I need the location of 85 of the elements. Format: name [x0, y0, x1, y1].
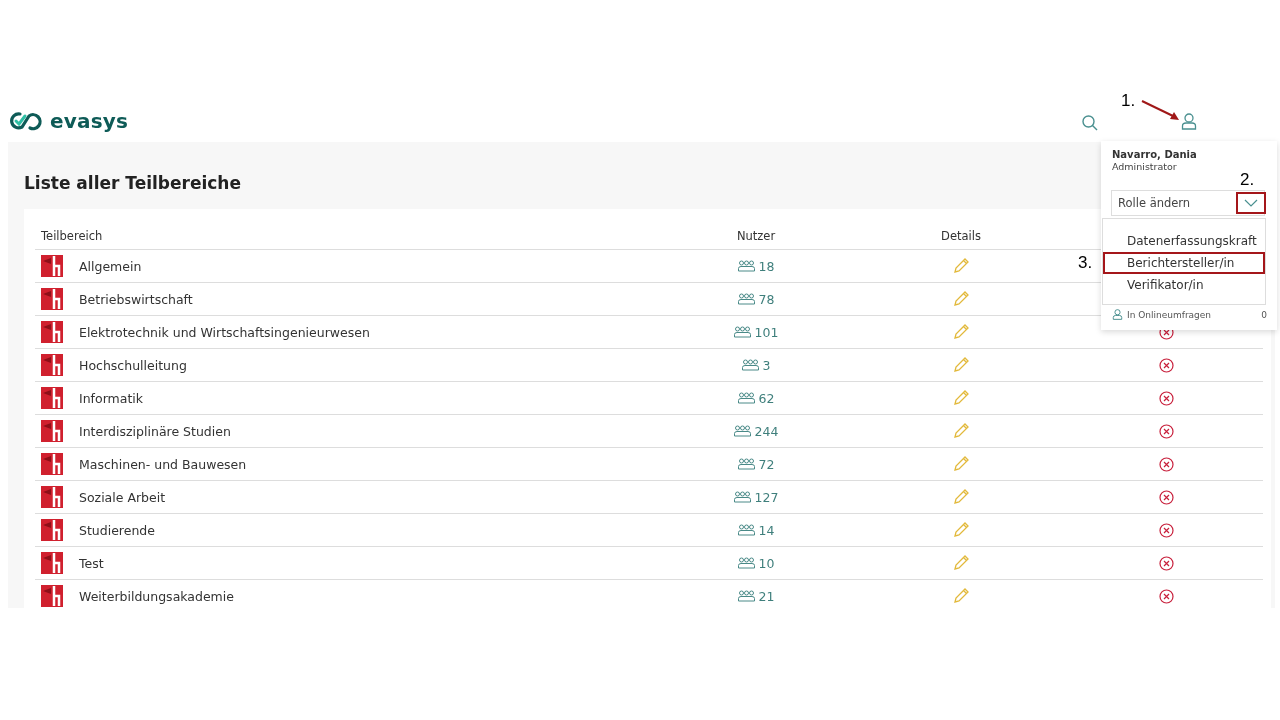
menu-value: 0 — [1261, 309, 1267, 320]
logo-icon — [41, 354, 63, 376]
column-header: Nutzer — [735, 229, 777, 243]
table-cell: Betriebswirtschaft — [79, 291, 193, 307]
logo-icon — [41, 321, 63, 343]
user-role: Administrator — [1112, 161, 1178, 172]
brand-name: evasys — [50, 109, 129, 133]
page-title: Liste aller Teilbereiche — [24, 173, 241, 193]
logo-icon — [41, 585, 63, 607]
edit-icon[interactable] — [953, 588, 969, 604]
logo-icon — [41, 288, 63, 310]
table-cell: Studierende — [79, 522, 155, 538]
users-icon — [741, 359, 759, 371]
edit-icon[interactable] — [953, 390, 969, 406]
step-number: 3. — [1078, 253, 1093, 273]
delete-icon[interactable] — [1158, 555, 1174, 571]
users-icon — [737, 590, 755, 602]
logo-icon — [41, 486, 63, 508]
delete-icon[interactable] — [1158, 522, 1174, 538]
delete-icon[interactable] — [1158, 456, 1174, 472]
delete-icon[interactable] — [1158, 423, 1174, 439]
logo-icon — [41, 255, 63, 277]
delete-icon[interactable] — [1158, 390, 1174, 406]
user-count-link[interactable]: 101 — [733, 324, 779, 340]
role-option[interactable]: Berichtersteller/in — [1103, 252, 1265, 274]
edit-icon[interactable] — [953, 258, 969, 274]
logo-icon — [8, 110, 42, 132]
users-icon — [733, 326, 751, 338]
user-count-link[interactable]: 3 — [741, 357, 771, 373]
table-cell: Interdisziplinäre Studien — [79, 423, 231, 439]
column-header: Teilbereich — [40, 229, 104, 243]
edit-icon[interactable] — [953, 357, 969, 373]
role-option[interactable]: Datenerfassungskraft — [1103, 230, 1265, 252]
role-select[interactable]: Rolle ändern — [1111, 190, 1265, 216]
edit-icon[interactable] — [953, 423, 969, 439]
user-icon — [1112, 309, 1123, 320]
table-cell: Test — [79, 555, 104, 571]
user-count-link[interactable]: 21 — [737, 588, 775, 604]
user-count-link[interactable]: 62 — [737, 390, 775, 406]
table-cell: Soziale Arbeit — [79, 489, 166, 505]
table-cell: Informatik — [79, 390, 144, 406]
table-cell: Weiterbildungsakademie — [79, 588, 234, 604]
edit-icon[interactable] — [953, 522, 969, 538]
edit-icon[interactable] — [953, 324, 969, 340]
edit-icon[interactable] — [953, 555, 969, 571]
users-icon — [737, 293, 755, 305]
step-number: 1. — [1121, 91, 1136, 111]
users-icon — [733, 425, 751, 437]
logo-icon — [41, 387, 63, 409]
delete-icon[interactable] — [1158, 489, 1174, 505]
users-icon — [737, 524, 755, 536]
role-option[interactable]: Verifikator/in — [1103, 274, 1265, 296]
logo-icon — [41, 420, 63, 442]
user-count-link[interactable]: 127 — [733, 489, 779, 505]
user-count-link[interactable]: 18 — [737, 258, 775, 274]
logo-icon — [41, 453, 63, 475]
delete-icon[interactable] — [1158, 588, 1174, 604]
user-name: Navarro, Dania — [1112, 149, 1198, 160]
table-cell: Elektrotechnik und Wirtschaftsingenieurwesen — [79, 324, 370, 340]
chevron-icon[interactable] — [1236, 192, 1266, 214]
user-count-link[interactable]: 244 — [733, 423, 779, 439]
user-count-link[interactable]: 78 — [737, 291, 775, 307]
user-count-link[interactable]: 14 — [737, 522, 775, 538]
search-icon[interactable] — [1082, 115, 1098, 131]
step-number: 2. — [1240, 170, 1255, 190]
user-count-link[interactable]: 10 — [737, 555, 775, 571]
users-icon — [737, 392, 755, 404]
menu-label: In Onlineumfragen — [1127, 309, 1212, 320]
table-cell: Allgemein — [79, 258, 142, 274]
logo-icon — [41, 519, 63, 541]
pointer-arrow — [1141, 100, 1181, 122]
users-icon — [737, 458, 755, 470]
users-icon — [737, 557, 755, 569]
user-icon[interactable] — [1181, 113, 1197, 130]
table-cell: Hochschulleitung — [79, 357, 187, 373]
column-header: Details — [940, 229, 982, 243]
edit-icon[interactable] — [953, 456, 969, 472]
table-cell: Maschinen- und Bauwesen — [79, 456, 247, 472]
edit-icon[interactable] — [953, 489, 969, 505]
delete-icon[interactable] — [1158, 357, 1174, 373]
users-icon — [737, 260, 755, 272]
edit-icon[interactable] — [953, 291, 969, 307]
users-icon — [733, 491, 751, 503]
logo-icon — [41, 552, 63, 574]
user-count-link[interactable]: 72 — [737, 456, 775, 472]
